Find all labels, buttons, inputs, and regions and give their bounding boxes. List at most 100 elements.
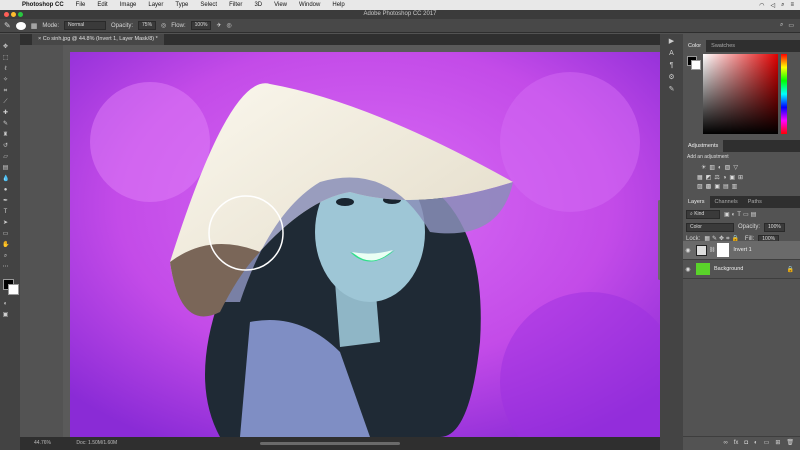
mode-select[interactable]: Normal — [64, 21, 107, 30]
hand-tool-icon[interactable]: ✋ — [2, 242, 9, 249]
menu-select[interactable]: Select — [194, 2, 223, 8]
workspace-switcher-icon[interactable]: ▭ — [788, 22, 794, 29]
toggle-brush-panel-icon[interactable]: ▦ — [31, 22, 38, 30]
menu-file[interactable]: File — [70, 2, 92, 8]
menu-3d[interactable]: 3D — [248, 2, 268, 8]
document-size[interactable]: Doc: 1.50M/1.60M — [76, 440, 117, 446]
background-color-swatch[interactable] — [8, 284, 19, 295]
move-tool-icon[interactable]: ✥ — [2, 44, 9, 51]
layer-name[interactable]: Invert 1 — [733, 247, 751, 253]
lock-icon[interactable]: 🔒 — [787, 266, 794, 273]
layer-style-icon[interactable]: fx — [734, 437, 739, 448]
tab-channels[interactable]: Channels — [710, 196, 743, 208]
adjustment-layer-thumb[interactable] — [696, 244, 707, 256]
color-swatches[interactable] — [0, 279, 20, 299]
layer-filter-icons[interactable]: ▣◐T▭▤ — [724, 211, 758, 218]
layer-opacity-field[interactable]: 100% — [764, 222, 785, 232]
brush-tool-icon[interactable]: ✎ — [4, 21, 11, 30]
quick-select-tool-icon[interactable]: ✧ — [2, 77, 9, 84]
character-icon[interactable]: A — [660, 48, 683, 60]
quick-mask-icon[interactable]: ◐ — [2, 301, 9, 308]
volume-icon[interactable]: ◁ — [770, 2, 775, 9]
menu-layer[interactable]: Layer — [142, 2, 169, 8]
new-layer-icon[interactable]: ⊞ — [775, 437, 780, 448]
paragraph-icon[interactable]: ¶ — [660, 60, 683, 72]
adjustment-icons-row-1[interactable]: ☀▥◐▧▽ — [683, 162, 800, 173]
close-window-icon[interactable] — [4, 12, 9, 17]
menu-window[interactable]: Window — [293, 2, 326, 8]
horizontal-scrollbar[interactable] — [260, 442, 400, 445]
zoom-level[interactable]: 44.76% — [34, 440, 51, 446]
hue-slider[interactable] — [781, 54, 787, 134]
link-layers-icon[interactable]: ∞ — [723, 437, 727, 448]
history-icon[interactable]: ▶ — [660, 36, 683, 48]
document-tab[interactable]: × Co sinh.jpg @ 44.8% (Invert 1, Layer M… — [32, 34, 164, 45]
eraser-tool-icon[interactable]: ▱ — [2, 154, 9, 161]
marquee-tool-icon[interactable]: ⬚ — [2, 55, 9, 62]
brush-tool-icon-2[interactable]: ✎ — [2, 121, 9, 128]
document-title: Co sinh.jpg @ 44.8% (Invert 1, Layer Mas… — [42, 36, 158, 42]
layer-name[interactable]: Background — [714, 266, 743, 272]
more-tools-icon[interactable]: ⋯ — [2, 264, 9, 271]
list-icon[interactable]: ≡ — [790, 2, 794, 9]
layer-filter-select[interactable]: ⌕ Kind — [686, 209, 720, 219]
history-brush-tool-icon[interactable]: ↺ — [2, 143, 9, 150]
dodge-tool-icon[interactable]: ● — [2, 187, 9, 194]
tab-paths[interactable]: Paths — [743, 196, 767, 208]
menu-view[interactable]: View — [268, 2, 293, 8]
search-icon[interactable]: ⌕ — [781, 2, 784, 9]
flow-field[interactable]: 100% — [190, 21, 212, 30]
adjustment-icons-row-3[interactable]: ▨▩▣▤▥ — [683, 182, 800, 191]
screen-mode-icon[interactable]: ▣ — [2, 312, 9, 319]
layer-row-invert[interactable]: ◉ ⛓ Invert 1 — [683, 241, 800, 260]
background-layer-thumb[interactable] — [696, 263, 710, 275]
opacity-field[interactable]: 75% — [138, 21, 157, 30]
zoom-tool-icon[interactable]: ⌕ — [2, 253, 9, 260]
tab-layers[interactable]: Layers — [683, 196, 710, 208]
layer-mask-thumb[interactable] — [717, 243, 730, 257]
eyedropper-tool-icon[interactable]: ⟋ — [2, 99, 9, 106]
add-mask-icon[interactable]: ◘ — [744, 437, 748, 448]
airbrush-icon[interactable]: ✈ — [216, 22, 221, 29]
menu-image[interactable]: Image — [114, 2, 143, 8]
clone-stamp-tool-icon[interactable]: ♜ — [2, 132, 9, 139]
lasso-tool-icon[interactable]: ℓ — [2, 66, 9, 73]
shape-tool-icon[interactable]: ▭ — [2, 231, 9, 238]
new-group-icon[interactable]: ▭ — [764, 437, 770, 448]
blend-mode-select[interactable]: Color — [686, 222, 734, 232]
zoom-window-icon[interactable] — [18, 12, 23, 17]
brushes-icon[interactable]: ✎ — [660, 84, 683, 96]
new-adjustment-icon[interactable]: ◐ — [754, 437, 758, 448]
type-tool-icon[interactable]: T — [2, 209, 9, 216]
visibility-eye-icon[interactable]: ◉ — [683, 247, 693, 254]
blur-tool-icon[interactable]: 💧 — [2, 176, 9, 183]
pressure-size-icon[interactable]: ◎ — [226, 22, 231, 29]
tab-adjustments[interactable]: Adjustments — [683, 140, 724, 152]
adjustment-icons-row-2[interactable]: ▦◩⚖◑▣⊞ — [683, 173, 800, 182]
color-panel-bg-swatch[interactable] — [691, 60, 701, 70]
menu-edit[interactable]: Edit — [91, 2, 113, 8]
document-canvas[interactable] — [70, 52, 660, 437]
color-picker-field[interactable] — [703, 54, 778, 134]
properties-icon[interactable]: ⚙ — [660, 72, 683, 84]
wifi-icon[interactable]: ◠ — [759, 2, 764, 9]
layer-row-background[interactable]: ◉ Background 🔒 — [683, 260, 800, 279]
healing-brush-tool-icon[interactable]: ✚ — [2, 110, 9, 117]
menu-filter[interactable]: Filter — [223, 2, 248, 8]
minimize-window-icon[interactable] — [11, 12, 16, 17]
menu-app-name[interactable]: Photoshop CC — [16, 2, 70, 8]
chain-link-icon[interactable]: ⛓ — [709, 247, 715, 253]
workspace-search-icon[interactable]: ⌕ — [780, 22, 783, 29]
menu-type[interactable]: Type — [169, 2, 194, 8]
gradient-tool-icon[interactable]: ▤ — [2, 165, 9, 172]
tab-swatches[interactable]: Swatches — [706, 40, 740, 52]
pressure-opacity-icon[interactable]: ◎ — [161, 22, 166, 29]
crop-tool-icon[interactable]: ⌗ — [2, 88, 9, 95]
pen-tool-icon[interactable]: ✒ — [2, 198, 9, 205]
path-select-tool-icon[interactable]: ➤ — [2, 220, 9, 227]
visibility-eye-icon[interactable]: ◉ — [683, 266, 693, 273]
menu-help[interactable]: Help — [326, 2, 350, 8]
brush-preset-picker[interactable] — [15, 21, 26, 30]
delete-layer-icon[interactable]: 🗑 — [786, 437, 794, 448]
tab-color[interactable]: Color — [683, 40, 707, 52]
